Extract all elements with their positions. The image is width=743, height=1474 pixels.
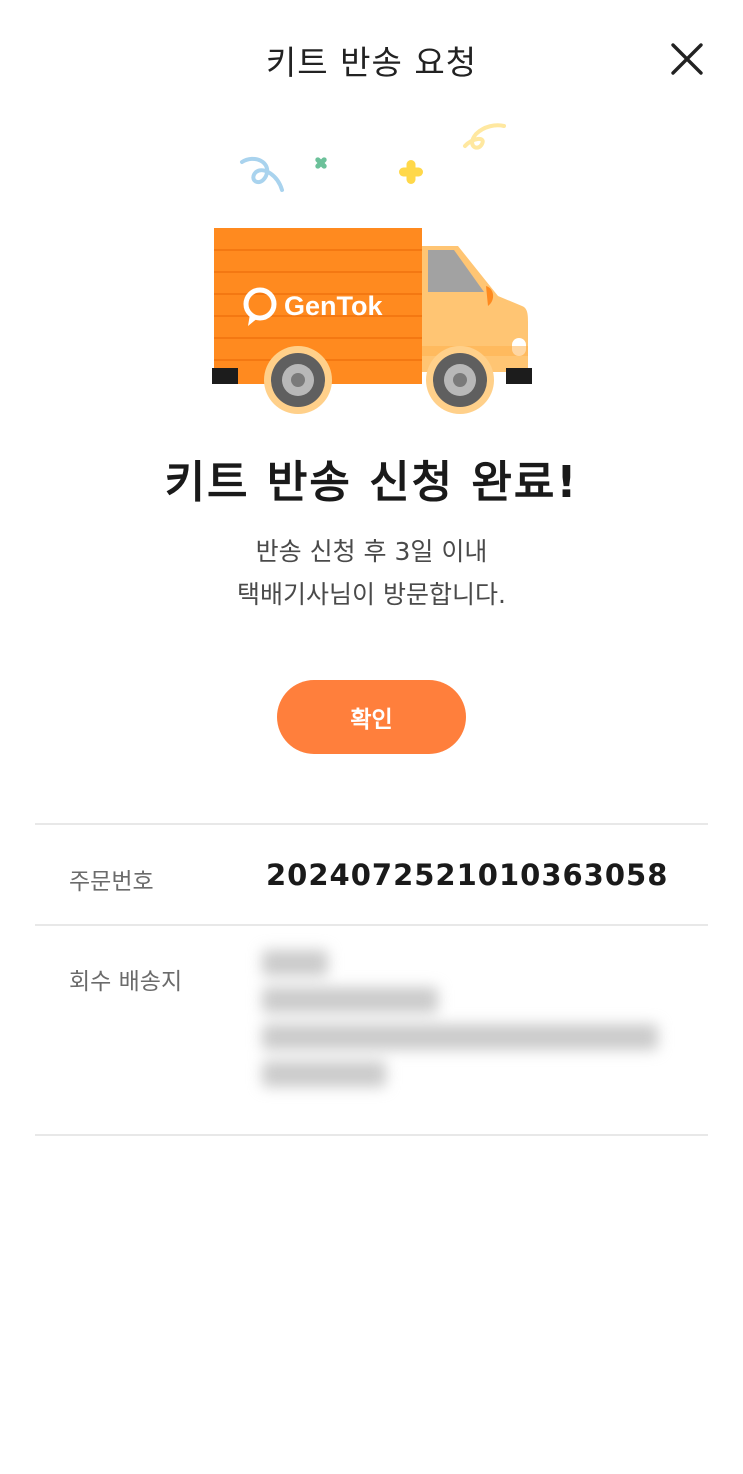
confetti-swirl-blue — [240, 156, 284, 192]
divider-bottom — [35, 1134, 708, 1136]
order-number-label: 주문번호 — [69, 869, 154, 895]
return-address-label: 회수 배송지 — [69, 969, 183, 995]
description-line-2: 택배기사님이 방문합니다. — [237, 580, 506, 609]
completion-description: 반송 신청 후 3일 이내 택배기사님이 방문합니다. — [0, 530, 743, 616]
divider-top — [35, 823, 708, 825]
page-title: 키트 반송 요청 — [265, 43, 478, 82]
description-line-1: 반송 신청 후 3일 이내 — [255, 537, 488, 566]
wheel-front — [426, 346, 494, 414]
confetti-cross-yellow — [399, 160, 423, 184]
order-number-value: 20240725210103630​58 — [266, 858, 669, 892]
confirm-button[interactable]: 확인 — [277, 680, 466, 754]
close-button[interactable] — [664, 36, 710, 82]
confetti-swirl-yellow — [463, 123, 506, 150]
confetti-cross-green — [315, 157, 327, 169]
return-address-value-redacted — [262, 950, 682, 1110]
top-bar: 키트 반송 요청 — [0, 0, 743, 120]
delivery-truck-illustration: GenTok — [190, 110, 550, 420]
brand-logo-text: GenTok — [284, 291, 383, 321]
divider-middle — [35, 924, 708, 926]
wheel-rear — [264, 346, 332, 414]
completion-title: 키트 반송 신청 완료! — [164, 457, 579, 508]
close-icon — [671, 43, 703, 75]
